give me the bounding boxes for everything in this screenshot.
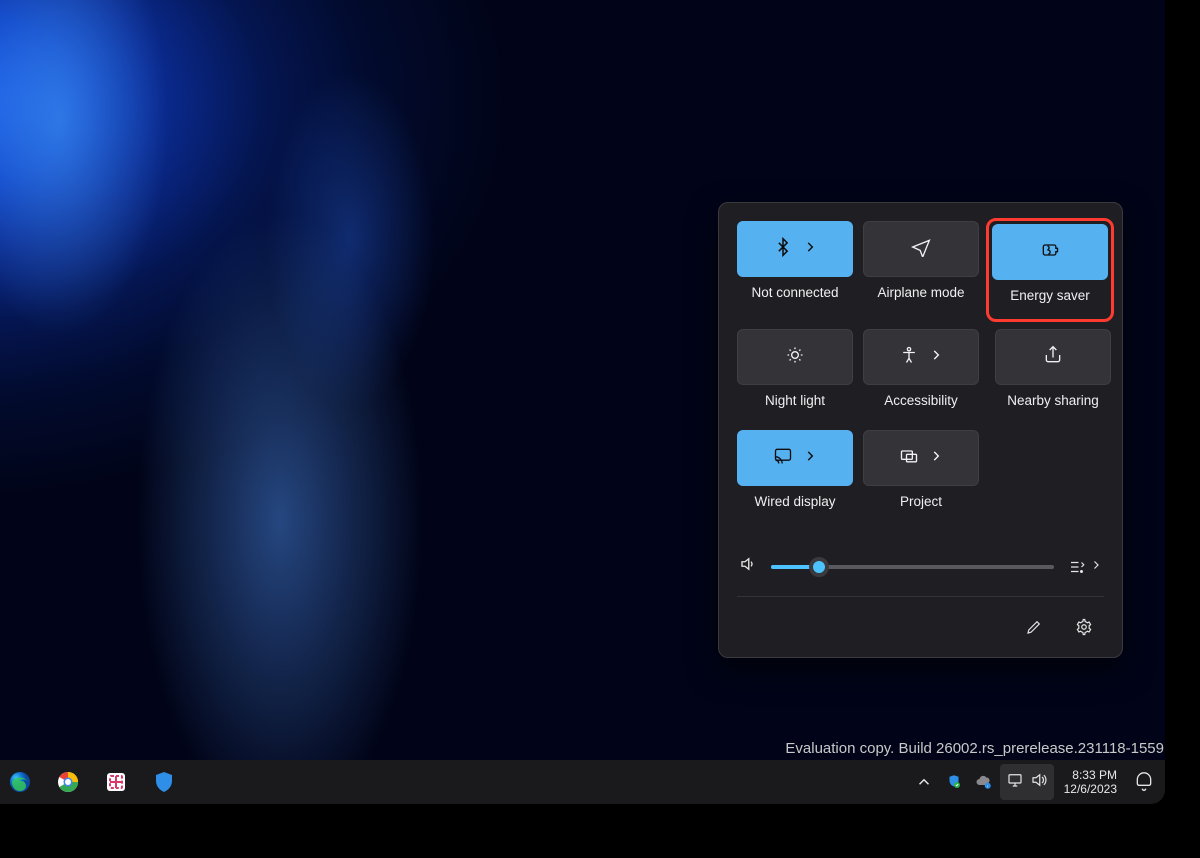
volume-row xyxy=(737,549,1104,592)
tile-label-energy: Energy saver xyxy=(1010,288,1090,303)
tile-energy-saver[interactable] xyxy=(992,224,1108,280)
clock-date: 12/6/2023 xyxy=(1064,782,1117,796)
tray-security-icon[interactable] xyxy=(940,762,968,802)
taskbar-edge-icon[interactable] xyxy=(0,762,40,802)
notifications-button[interactable] xyxy=(1127,772,1161,792)
tile-nearby-sharing[interactable] xyxy=(995,329,1111,385)
chevron-right-icon[interactable] xyxy=(803,449,817,468)
highlight-ring: Energy saver xyxy=(986,218,1114,322)
chevron-right-icon xyxy=(1090,558,1102,576)
chevron-right-icon[interactable] xyxy=(929,449,943,468)
network-icon xyxy=(1006,771,1024,794)
airplane-icon xyxy=(911,237,931,262)
tile-label-airplane: Airplane mode xyxy=(877,285,964,300)
system-tray-network-volume[interactable] xyxy=(1000,764,1054,800)
volume-slider-thumb[interactable] xyxy=(809,557,829,577)
tile-project[interactable] xyxy=(863,430,979,486)
volume-icon xyxy=(1030,771,1048,794)
tile-label-bluetooth: Not connected xyxy=(751,285,838,300)
volume-low-icon[interactable] xyxy=(739,555,757,578)
tile-wrap-energy: Energy saver xyxy=(989,221,1117,325)
tile-wrap-airplane: Airplane mode xyxy=(863,221,979,319)
tray-overflow-chevron[interactable] xyxy=(910,762,938,802)
taskbar: i 8:33 PM 12/6/2023 xyxy=(0,760,1165,804)
night-light-icon xyxy=(785,345,805,370)
tile-cast[interactable] xyxy=(737,430,853,486)
quick-settings-grid: Not connected Airplane mode Energy saver xyxy=(737,221,1104,521)
energy-saver-icon xyxy=(1040,240,1060,265)
taskbar-security-icon[interactable] xyxy=(144,762,184,802)
tile-accessibility[interactable] xyxy=(863,329,979,385)
tile-wrap-cast: Wired display xyxy=(737,430,853,521)
taskbar-snipping-tool-icon[interactable] xyxy=(96,762,136,802)
sound-output-button[interactable] xyxy=(1068,558,1102,576)
project-icon xyxy=(899,446,919,471)
clock-time: 8:33 PM xyxy=(1064,768,1117,782)
share-icon xyxy=(1043,345,1063,370)
chevron-right-icon[interactable] xyxy=(803,240,817,259)
bluetooth-icon xyxy=(773,237,793,262)
tile-airplane[interactable] xyxy=(863,221,979,277)
watermark-text: Evaluation copy. Build 26002.rs_prerelea… xyxy=(785,740,1164,757)
tile-label-accessibility: Accessibility xyxy=(884,393,958,408)
settings-button[interactable] xyxy=(1064,609,1104,645)
tile-label-cast: Wired display xyxy=(754,494,835,509)
edit-quick-settings-button[interactable] xyxy=(1014,609,1054,645)
taskbar-pinned-apps xyxy=(0,762,184,802)
quick-settings-flyout: Not connected Airplane mode Energy saver xyxy=(718,202,1123,658)
accessibility-icon xyxy=(899,345,919,370)
cast-icon xyxy=(773,446,793,471)
volume-slider[interactable] xyxy=(771,565,1054,569)
tile-wrap-accessibility: Accessibility xyxy=(863,329,979,420)
chevron-right-icon[interactable] xyxy=(929,348,943,367)
taskbar-clock[interactable]: 8:33 PM 12/6/2023 xyxy=(1056,768,1125,796)
tile-wrap-project: Project xyxy=(863,430,979,521)
tile-bluetooth[interactable] xyxy=(737,221,853,277)
tile-label-nightlight: Night light xyxy=(765,393,825,408)
flyout-footer xyxy=(737,596,1104,645)
tile-label-project: Project xyxy=(900,494,942,509)
tile-label-nearby: Nearby sharing xyxy=(1007,393,1099,408)
taskbar-system-tray: i 8:33 PM 12/6/2023 xyxy=(910,762,1165,802)
tile-wrap-bluetooth: Not connected xyxy=(737,221,853,319)
taskbar-chrome-icon[interactable] xyxy=(48,762,88,802)
tile-night-light[interactable] xyxy=(737,329,853,385)
tray-onedrive-icon[interactable]: i xyxy=(970,762,998,802)
tile-wrap-nearby: Nearby sharing xyxy=(989,329,1117,420)
tile-wrap-nightlight: Night light xyxy=(737,329,853,420)
